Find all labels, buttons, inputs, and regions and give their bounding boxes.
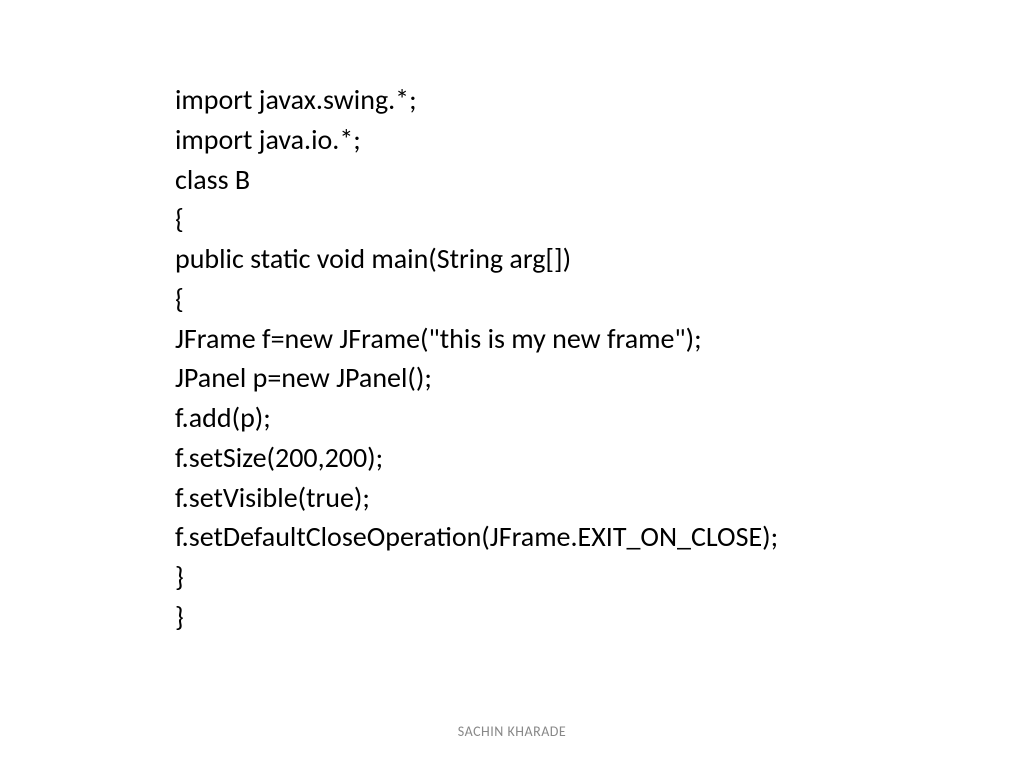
code-block: import javax.swing.*; import java.io.*; … [175,80,778,637]
code-line-14: } [175,597,778,637]
code-line-11: f.setVisible(true); [175,478,778,518]
code-line-6: { [175,279,778,319]
code-line-1: import javax.swing.*; [175,80,778,120]
code-line-9: f.add(p); [175,398,778,438]
code-line-7: JFrame f=new JFrame("this is my new fram… [175,319,778,359]
footer-author: SACHIN KHARADE [0,723,1024,740]
code-line-5: public static void main(String arg[]) [175,239,778,279]
code-line-8: JPanel p=new JPanel(); [175,358,778,398]
code-line-10: f.setSize(200,200); [175,438,778,478]
code-line-12: f.setDefaultCloseOperation(JFrame.EXIT_O… [175,517,778,557]
code-line-13: } [175,557,778,597]
code-line-4: { [175,199,778,239]
code-line-2: import java.io.*; [175,120,778,160]
code-line-3: class B [175,160,778,200]
